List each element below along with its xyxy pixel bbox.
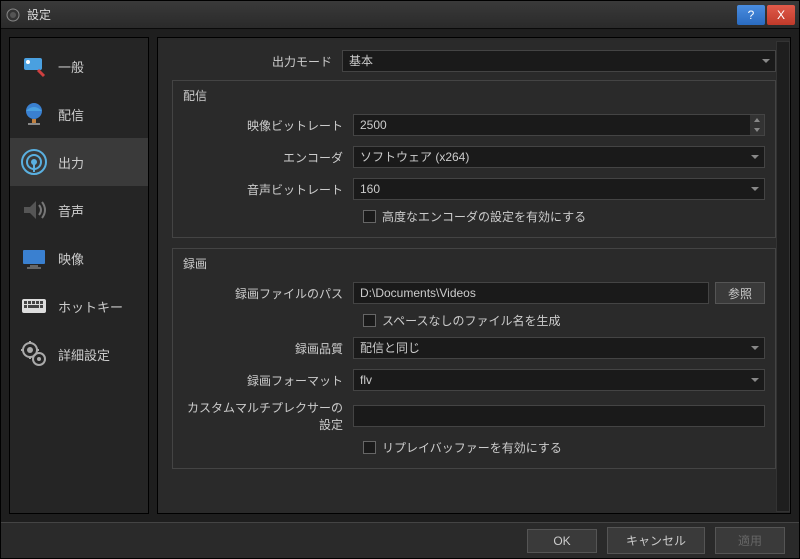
apply-button[interactable]: 適用 <box>715 527 785 554</box>
no-space-label: スペースなしのファイル名を生成 <box>382 312 561 329</box>
hotkeys-icon <box>20 292 48 320</box>
main-panel: 出力モード 基本 配信 映像ビットレート エンコーダ ソフトウェア (x264) <box>157 37 791 514</box>
advanced-encoder-label: 高度なエンコーダの設定を有効にする <box>382 208 586 225</box>
window-title: 設定 <box>27 6 737 23</box>
sidebar-item-advanced[interactable]: 詳細設定 <box>10 330 148 378</box>
close-button[interactable]: X <box>767 5 795 25</box>
streaming-fieldset: 配信 映像ビットレート エンコーダ ソフトウェア (x264) 音声ビットレート… <box>172 80 776 238</box>
content-area: 一般 配信 出力 音声 映像 ホットキー <box>1 29 799 522</box>
video-bitrate-input[interactable] <box>353 114 765 136</box>
sidebar-label: 音声 <box>58 201 84 220</box>
recording-quality-label: 録画品質 <box>183 340 353 357</box>
titlebar-buttons: ? X <box>737 5 795 25</box>
cancel-button[interactable]: キャンセル <box>607 527 705 554</box>
advanced-encoder-checkbox[interactable] <box>363 210 376 223</box>
stream-icon <box>20 100 48 128</box>
general-icon <box>20 52 48 80</box>
recording-path-input[interactable] <box>353 282 709 304</box>
sidebar-item-hotkeys[interactable]: ホットキー <box>10 282 148 330</box>
sidebar-item-general[interactable]: 一般 <box>10 42 148 90</box>
sidebar-label: 一般 <box>58 57 84 76</box>
recording-path-label: 録画ファイルのパス <box>183 285 353 302</box>
audio-bitrate-label: 音声ビットレート <box>183 181 353 198</box>
output-mode-select[interactable]: 基本 <box>342 50 776 72</box>
muxer-label: カスタムマルチプレクサーの設定 <box>183 399 353 433</box>
output-mode-label: 出力モード <box>172 53 342 70</box>
recording-format-select[interactable]: flv <box>353 369 765 391</box>
sidebar-item-output[interactable]: 出力 <box>10 138 148 186</box>
recording-title: 録画 <box>183 255 765 272</box>
titlebar: 設定 ? X <box>1 1 799 29</box>
video-bitrate-row: 映像ビットレート <box>183 112 765 138</box>
video-bitrate-label: 映像ビットレート <box>183 117 353 134</box>
replay-label: リプレイバッファーを有効にする <box>382 439 562 456</box>
sidebar-label: 配信 <box>58 105 84 124</box>
app-icon <box>5 7 21 23</box>
output-mode-row: 出力モード 基本 <box>172 48 776 74</box>
sidebar-label: 映像 <box>58 249 84 268</box>
output-icon <box>20 148 48 176</box>
muxer-input[interactable] <box>353 405 765 427</box>
sidebar-label: 詳細設定 <box>58 345 110 364</box>
video-icon <box>20 244 48 272</box>
recording-format-row: 録画フォーマット flv <box>183 367 765 393</box>
recording-fieldset: 録画 録画ファイルのパス 参照 スペースなしのファイル名を生成 録画品質 配信と… <box>172 248 776 469</box>
help-button[interactable]: ? <box>737 5 765 25</box>
advanced-icon <box>20 340 48 368</box>
encoder-select[interactable]: ソフトウェア (x264) <box>353 146 765 168</box>
audio-bitrate-select[interactable]: 160 <box>353 178 765 200</box>
recording-format-label: 録画フォーマット <box>183 372 353 389</box>
audio-bitrate-row: 音声ビットレート 160 <box>183 176 765 202</box>
no-space-row: スペースなしのファイル名を生成 <box>183 312 765 329</box>
settings-window: 設定 ? X 一般 配信 出力 音声 <box>0 0 800 559</box>
browse-button[interactable]: 参照 <box>715 282 765 304</box>
recording-quality-row: 録画品質 配信と同じ <box>183 335 765 361</box>
sidebar: 一般 配信 出力 音声 映像 ホットキー <box>9 37 149 514</box>
spin-down-icon[interactable] <box>750 125 764 135</box>
recording-path-row: 録画ファイルのパス 参照 <box>183 280 765 306</box>
sidebar-label: 出力 <box>58 153 84 172</box>
recording-quality-select[interactable]: 配信と同じ <box>353 337 765 359</box>
sidebar-item-audio[interactable]: 音声 <box>10 186 148 234</box>
audio-icon <box>20 196 48 224</box>
sidebar-item-video[interactable]: 映像 <box>10 234 148 282</box>
replay-checkbox[interactable] <box>363 441 376 454</box>
scrollbar[interactable] <box>776 41 790 512</box>
encoder-row: エンコーダ ソフトウェア (x264) <box>183 144 765 170</box>
streaming-title: 配信 <box>183 87 765 104</box>
sidebar-item-stream[interactable]: 配信 <box>10 90 148 138</box>
encoder-label: エンコーダ <box>183 149 353 166</box>
no-space-checkbox[interactable] <box>363 314 376 327</box>
spin-up-icon[interactable] <box>750 115 764 125</box>
sidebar-label: ホットキー <box>58 297 123 316</box>
ok-button[interactable]: OK <box>527 529 597 553</box>
replay-row: リプレイバッファーを有効にする <box>183 439 765 456</box>
advanced-encoder-row: 高度なエンコーダの設定を有効にする <box>183 208 765 225</box>
muxer-row: カスタムマルチプレクサーの設定 <box>183 399 765 433</box>
footer: OK キャンセル 適用 <box>1 522 799 558</box>
